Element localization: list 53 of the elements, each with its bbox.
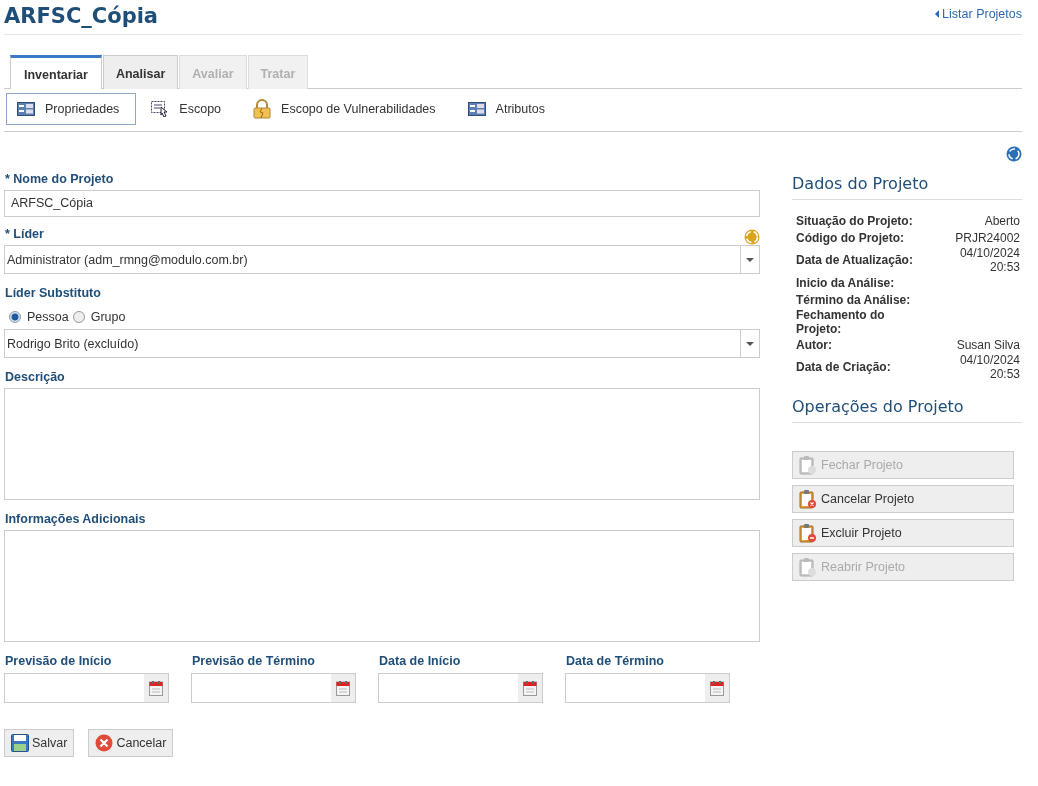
operation-button[interactable]: Excluir Projeto — [792, 519, 1014, 547]
section-title: Dados do Projeto — [792, 174, 1022, 200]
help-icon[interactable] — [1006, 146, 1022, 162]
additional-info-field[interactable] — [4, 530, 760, 642]
radio-button[interactable] — [9, 311, 21, 323]
operation-button[interactable]: Cancelar Projeto — [792, 485, 1014, 513]
back-link[interactable]: Listar Projetos — [935, 7, 1022, 21]
field-label: * Nome do Projeto — [5, 172, 115, 186]
info-value: Susan Silva — [955, 337, 1020, 352]
field-label: Data de Término — [566, 654, 665, 668]
tab[interactable]: Inventariar — [10, 55, 102, 89]
info-label: Data de Criação: — [796, 360, 892, 374]
field-label: Descrição — [5, 370, 66, 384]
clipboard-icon — [799, 557, 817, 577]
cancel-button[interactable]: Cancelar — [88, 729, 174, 757]
info-label: Inicio da Análise: — [796, 275, 896, 290]
radio-label: Pessoa — [27, 310, 69, 324]
field-label: Líder Substituto — [5, 286, 102, 300]
info-value: Aberto — [983, 213, 1020, 228]
leader-dropdown[interactable]: Administrator (adm_rmng@modulo.com.br) — [4, 245, 760, 274]
field-label: Previsão de Início — [5, 654, 113, 668]
info-label: Fechamento do Projeto: — [796, 308, 886, 336]
tab[interactable]: Analisar — [102, 55, 179, 89]
radio-label: Grupo — [90, 310, 126, 324]
info-label: Término da Análise: — [796, 292, 912, 307]
substitute-dropdown[interactable]: Rodrigo Brito (excluído) — [4, 329, 760, 358]
field-label: * Líder — [5, 227, 44, 241]
project-name-field[interactable]: ARFSC_Cópia — [4, 190, 760, 217]
selection-icon — [151, 101, 170, 117]
form-icon — [467, 102, 486, 116]
info-label: Autor: — [796, 337, 833, 352]
cancel-icon — [95, 734, 114, 752]
info-label: Situação do Projeto: — [796, 213, 914, 228]
padlock-icon — [253, 99, 272, 119]
clipboard-icon — [799, 489, 817, 509]
clipboard-icon — [799, 455, 817, 475]
field-label: Data de Início — [379, 654, 462, 668]
section-title: Operações do Projeto — [792, 397, 1022, 423]
form-icon — [17, 102, 35, 116]
info-value: 04/10/2024 20:53 — [958, 353, 1020, 381]
save-button[interactable]: Salvar — [4, 729, 75, 757]
field-label: Informações Adicionais — [5, 512, 147, 526]
radio-button[interactable] — [72, 311, 85, 323]
clipboard-icon — [799, 523, 817, 543]
info-label: Data de Atualização: — [796, 253, 914, 267]
help-icon[interactable] — [744, 229, 760, 245]
subtab[interactable]: Propriedades — [6, 93, 137, 125]
info-value: 04/10/2024 20:53 — [958, 246, 1020, 274]
description-field[interactable] — [4, 388, 760, 500]
info-value: PRJR24002 — [954, 230, 1020, 245]
info-label: Código do Projeto: — [796, 230, 905, 245]
page-title: ARFSC_Cópia — [4, 4, 159, 28]
field-label: Previsão de Término — [192, 654, 316, 668]
